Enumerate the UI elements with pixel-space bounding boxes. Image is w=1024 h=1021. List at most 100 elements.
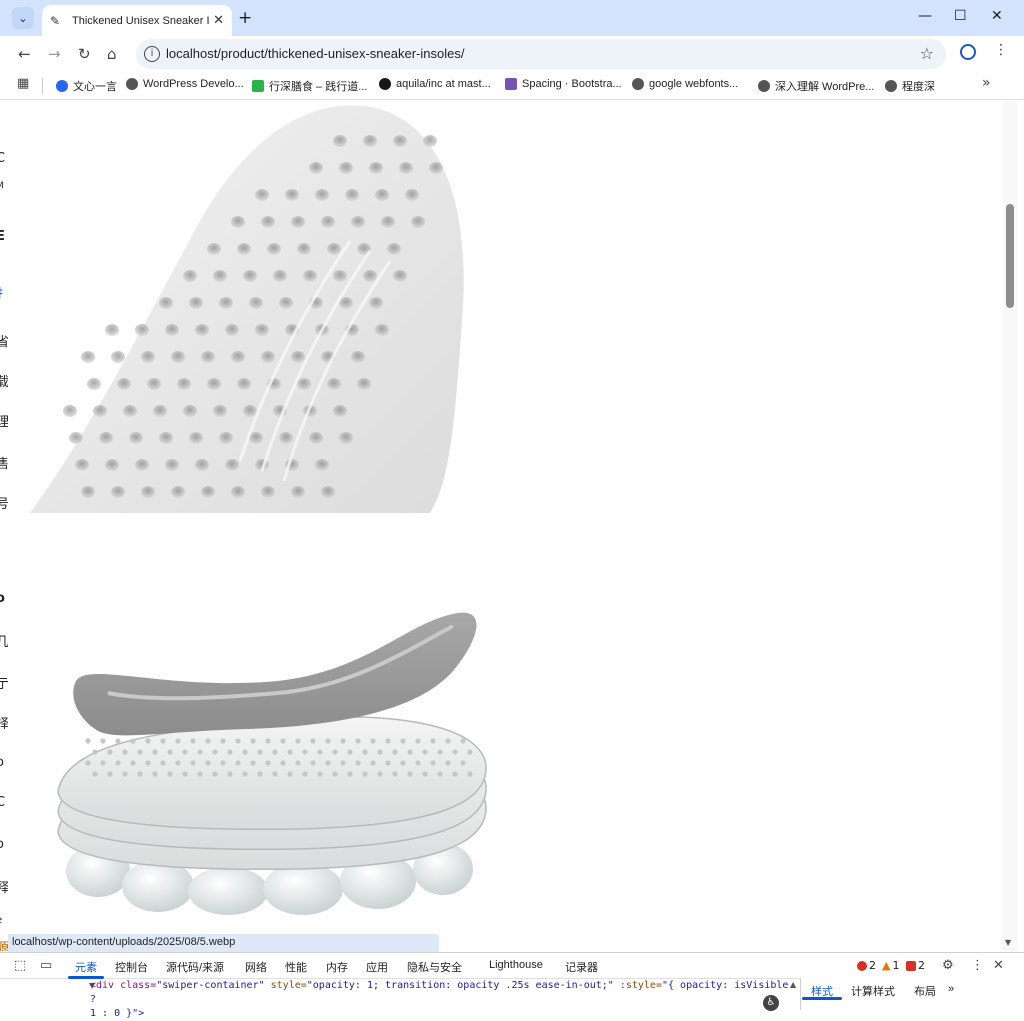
insole-dot (190, 760, 196, 766)
clipped-char: o (0, 591, 5, 606)
tab-memory[interactable]: 内存 (326, 959, 348, 975)
insole-dot (182, 749, 188, 755)
insole-dot (340, 738, 346, 744)
sole-dimple (405, 189, 419, 201)
back-icon[interactable]: ← (18, 45, 31, 63)
insole-dot (362, 749, 368, 755)
dom-tree-node[interactable]: <div class="swiper-container" style="opa… (90, 979, 790, 1021)
tab-network[interactable]: 网络 (245, 959, 267, 975)
bookmark-item[interactable]: Spacing · Bootstra... (505, 78, 622, 90)
inspect-element-icon[interactable]: ⬚ (14, 958, 26, 973)
url-text[interactable]: localhost/product/thickened-unisex-sneak… (166, 46, 464, 61)
insole-dot (145, 760, 151, 766)
tab-strip: ⌄ ✎ Thickened Unisex Sneaker Inso ✕ + — … (0, 0, 1024, 36)
product-image-insole-sole[interactable] (30, 101, 470, 513)
bookmark-item[interactable]: aquila/inc at mast... (379, 78, 491, 90)
close-devtools-icon[interactable]: ✕ (993, 958, 1004, 973)
insole-dot (340, 760, 346, 766)
insole-dot (287, 771, 293, 777)
insole-dot (467, 749, 473, 755)
tab-privacy-security[interactable]: 隐私与安全 (407, 959, 462, 975)
scrollbar-thumb[interactable] (1006, 204, 1014, 308)
settings-gear-icon[interactable]: ⚙ (942, 958, 954, 973)
close-window-icon[interactable]: ✕ (991, 8, 1003, 24)
sole-dimple (81, 486, 95, 498)
home-icon[interactable]: ⌂ (107, 45, 117, 63)
close-tab-icon[interactable]: ✕ (213, 13, 224, 28)
apps-grid-icon[interactable]: ▦ (17, 76, 29, 91)
scroll-down-arrow-icon[interactable]: ▼ (1005, 938, 1011, 947)
tab-performance[interactable]: 性能 (285, 959, 307, 975)
devtools-menu-icon[interactable]: ⋮ (971, 958, 984, 973)
insole-dot (257, 771, 263, 777)
site-info-icon[interactable]: i (144, 46, 160, 62)
devtools-scroll-up-icon[interactable]: ▲ (790, 980, 796, 989)
sole-dimple (261, 351, 275, 363)
tab-application[interactable]: 应用 (366, 959, 388, 975)
sole-dimple (189, 432, 203, 444)
sole-dimple (135, 459, 149, 471)
accessibility-icon[interactable]: ♿ (763, 995, 779, 1011)
tab-computed[interactable]: 计算样式 (851, 983, 895, 999)
product-image-stacked-insoles[interactable] (48, 601, 498, 916)
more-panes-icon[interactable]: » (948, 983, 954, 995)
bookmark-item[interactable]: 程度深 (885, 78, 935, 94)
insole-dot (235, 760, 241, 766)
profile-icon[interactable] (960, 44, 976, 60)
insole-dot (280, 738, 286, 744)
sole-dimple (93, 405, 107, 417)
insole-dot (445, 760, 451, 766)
insole-dot (107, 771, 113, 777)
menu-dots-icon[interactable]: ⋮ (994, 42, 1008, 58)
bookmark-item[interactable]: WordPress Develo... (126, 78, 244, 90)
page-viewport[interactable] (8, 101, 1003, 951)
sole-dimple (243, 405, 257, 417)
error-count-badge[interactable]: 2 (857, 959, 876, 972)
insole-dot (265, 760, 271, 766)
device-toolbar-icon[interactable]: ▭ (40, 958, 52, 973)
insole-dot (317, 749, 323, 755)
reload-icon[interactable]: ↻ (78, 45, 91, 63)
sole-dimple (129, 432, 143, 444)
active-tab[interactable]: ✎ Thickened Unisex Sneaker Inso ✕ (42, 5, 232, 36)
bookmark-item[interactable]: 深入理解 WordPre... (758, 78, 874, 94)
bookmark-item[interactable]: 行深膳食 – 践行道... (252, 78, 367, 94)
bookmark-label: 文心一言 (73, 81, 117, 93)
clipped-char: 号 (0, 497, 8, 512)
tab-elements[interactable]: 元素 (75, 959, 97, 975)
tab-recorder[interactable]: 记录器 (565, 959, 598, 975)
sole-dimple (171, 486, 185, 498)
insole-dot (205, 738, 211, 744)
insole-dot (295, 738, 301, 744)
insole-dot (272, 771, 278, 777)
insole-dot (115, 760, 121, 766)
clipped-char: 扌 (0, 287, 8, 302)
warning-count-badge[interactable]: ▲ 1 (882, 959, 899, 972)
sole-dimple (279, 297, 293, 309)
maximize-icon[interactable]: ☐ (954, 8, 967, 24)
browser-window: ⌄ ✎ Thickened Unisex Sneaker Inso ✕ + — … (0, 0, 1024, 1019)
forward-icon[interactable]: → (48, 45, 61, 63)
more-bookmarks-icon[interactable]: » (982, 75, 991, 91)
sole-dimple (237, 378, 251, 390)
bookmark-star-icon[interactable]: ☆ (920, 44, 934, 63)
tab-sources[interactable]: 源代码/来源 (166, 959, 224, 975)
sole-dimple (375, 189, 389, 201)
sole-dimple (225, 324, 239, 336)
minimize-icon[interactable]: — (918, 8, 932, 24)
insole-dot (235, 738, 241, 744)
clipped-char: 源 (0, 941, 8, 951)
tab-lighthouse[interactable]: Lighthouse (489, 959, 543, 971)
sole-dimple (135, 324, 149, 336)
issues-count-badge[interactable]: 2 (906, 959, 925, 972)
tab-console[interactable]: 控制台 (115, 959, 148, 975)
sole-dimple (411, 216, 425, 228)
new-tab-icon[interactable]: + (238, 8, 252, 28)
tab-layout[interactable]: 布局 (914, 983, 936, 999)
sole-dimple (327, 378, 341, 390)
bookmark-item[interactable]: 文心一言 (56, 78, 117, 94)
insole-dot (265, 738, 271, 744)
bookmark-item[interactable]: google webfonts... (632, 78, 738, 90)
tab-search-button[interactable]: ⌄ (12, 7, 34, 29)
address-bar[interactable]: i localhost/product/thickened-unisex-sne… (136, 39, 946, 69)
